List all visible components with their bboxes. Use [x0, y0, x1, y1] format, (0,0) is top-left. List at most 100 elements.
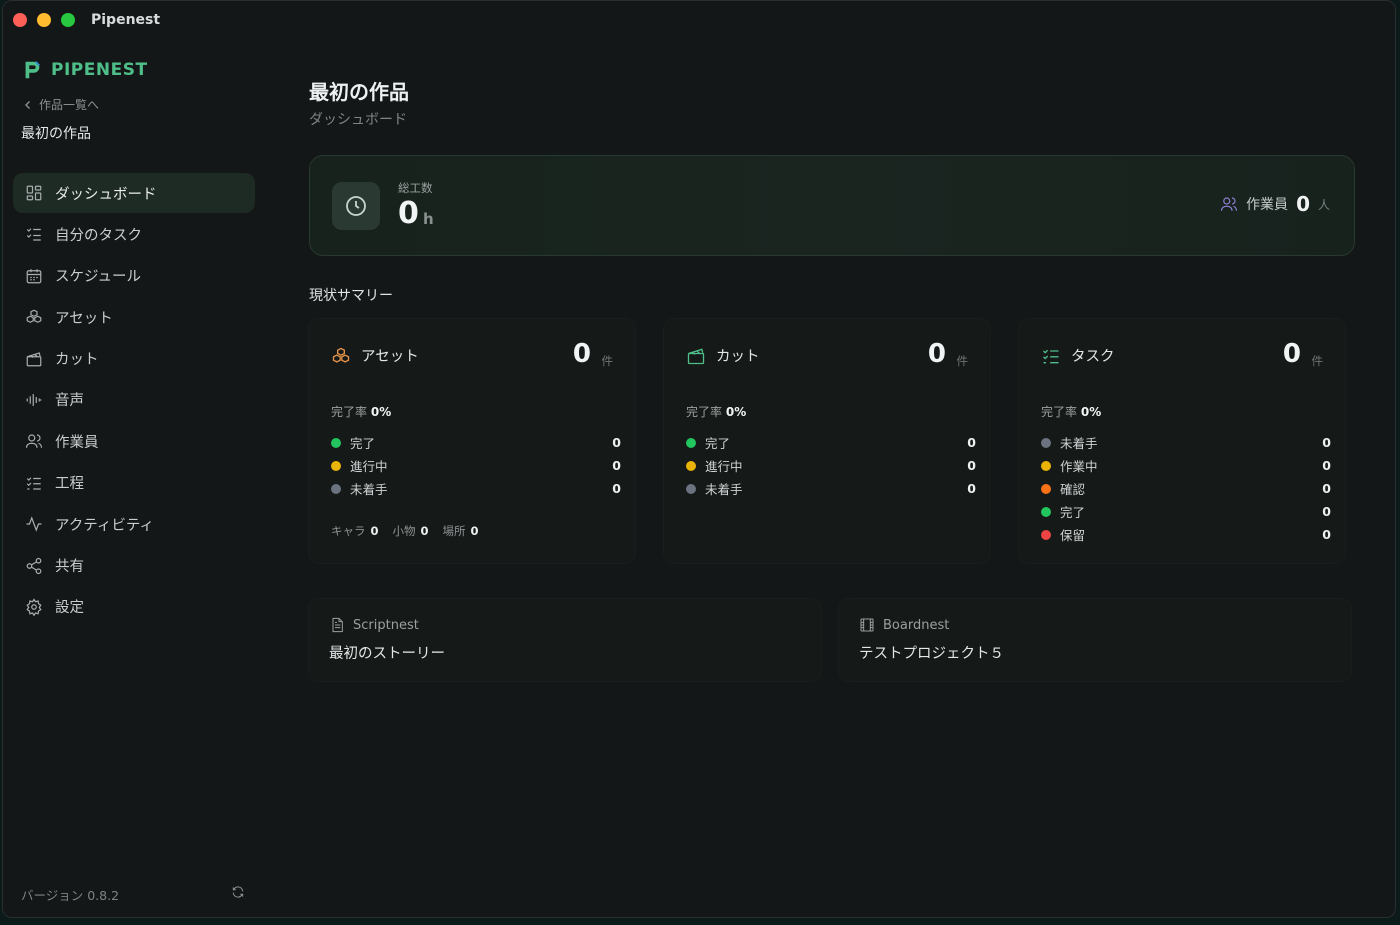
status-label: 進行中 — [350, 459, 388, 474]
page-title: 最初の作品 — [309, 80, 409, 104]
refresh-icon[interactable] — [231, 885, 245, 899]
asset-type-item: キャラ 0 — [331, 523, 379, 539]
completion-rate-label: 完了率 — [1041, 405, 1078, 419]
sidebar-item-label: 作業員 — [55, 434, 99, 451]
sidebar-item-schedule[interactable]: スケジュール — [13, 256, 255, 296]
checklist-icon — [26, 228, 41, 241]
status-dot — [331, 437, 341, 448]
sidebar-item-label: アクティビティ — [55, 517, 155, 534]
asset-type-value: 0 — [420, 524, 429, 538]
maximize-window-button[interactable] — [61, 13, 75, 27]
sidebar-item-audio[interactable]: 音声 — [13, 380, 255, 420]
completion-rate-value: 0% — [725, 405, 747, 419]
sidebar-item-share[interactable]: 共有 — [13, 546, 255, 586]
clock-icon-box — [332, 182, 380, 230]
sidebar-item-settings[interactable]: 設定 — [13, 587, 255, 627]
asset-type-item: 場所 0 — [443, 523, 479, 539]
worker-count-unit: 人 — [1317, 197, 1330, 212]
card-header: アセット — [331, 345, 419, 366]
completion-rate: 完了率 0% — [686, 403, 746, 420]
cut-summary-card[interactable]: カット 0 件 完了率 0% 完了 0 進行中 0 未着手 0 — [664, 319, 990, 563]
sidebar-item-label: カット — [55, 352, 99, 369]
clock-icon — [346, 196, 366, 216]
status-label: 進行中 — [705, 459, 743, 474]
main-content: 最初の作品 ダッシュボード 総工数 0 h 作業員 0 人 現状サマリー アセッ… — [265, 39, 1395, 917]
link-project-title: テストプロジェクト５ — [859, 646, 1004, 662]
activity-icon — [26, 516, 42, 532]
card-count-unit: 件 — [1311, 354, 1324, 368]
brand[interactable]: PIPENEST — [21, 59, 148, 81]
asset-type-label: 場所 — [442, 524, 466, 538]
completion-rate-label: 完了率 — [331, 405, 368, 419]
link-card-header: Scriptnest — [329, 617, 419, 633]
link-card-header: Boardnest — [859, 617, 949, 633]
completion-rate: 完了率 0% — [331, 403, 391, 420]
close-window-button[interactable] — [13, 13, 27, 27]
document-icon — [332, 617, 343, 633]
sidebar-item-label: アセット — [55, 310, 113, 327]
version-label: バージョン 0.8.2 — [21, 888, 120, 903]
window-title: Pipenest — [91, 12, 161, 28]
status-label: 保留 — [1060, 528, 1086, 543]
sidebar-item-label: スケジュール — [55, 269, 141, 286]
boxes-icon — [26, 309, 42, 324]
status-dot — [1041, 437, 1051, 448]
status-label: 未着手 — [1060, 436, 1098, 451]
status-label: 未着手 — [350, 482, 388, 497]
status-list: 未着手 0 作業中 0 確認 0 完了 0 保留 0 — [1041, 431, 1331, 546]
card-count: 0 — [572, 339, 591, 369]
status-row: 未着手 0 — [686, 477, 976, 500]
worker-count: 作業員 0 人 — [1220, 192, 1330, 216]
asset-type-label: キャラ — [331, 524, 366, 538]
status-value: 0 — [1322, 527, 1331, 542]
users-icon — [1220, 197, 1238, 211]
sidebar-item-cuts[interactable]: カット — [13, 339, 255, 379]
summary-section-title: 現状サマリー — [309, 288, 393, 304]
sidebar-nav: ダッシュボード 自分のタスク スケジュール アセット カット 音声 作業員 工程… — [13, 173, 255, 628]
card-count-unit: 件 — [956, 354, 969, 368]
boardnest-link-card[interactable]: Boardnest テストプロジェクト５ — [839, 599, 1351, 681]
status-label: 完了 — [350, 436, 376, 451]
status-label: 完了 — [705, 436, 731, 451]
card-count: 0 — [927, 339, 946, 369]
status-label: 作業中 — [1060, 459, 1098, 474]
sidebar-item-activity[interactable]: アクティビティ — [13, 504, 255, 544]
users-icon — [25, 434, 43, 449]
sidebar-item-my-tasks[interactable]: 自分のタスク — [13, 214, 255, 254]
sidebar-item-assets[interactable]: アセット — [13, 297, 255, 337]
card-count-unit: 件 — [601, 354, 614, 368]
status-value: 0 — [612, 481, 621, 496]
sidebar-item-label: 共有 — [55, 559, 84, 576]
status-value: 0 — [612, 458, 621, 473]
sidebar: PIPENEST 作品一覧へ 最初の作品 ダッシュボード 自分のタスク スケジュ… — [3, 39, 265, 917]
status-list: 完了 0 進行中 0 未着手 0 — [686, 431, 976, 500]
back-to-works-link[interactable]: 作品一覧へ — [23, 96, 99, 113]
card-header: カット — [686, 345, 760, 366]
link-app-name: Boardnest — [883, 617, 950, 633]
asset-type-breakdown: キャラ 0 小物 0 場所 0 — [331, 523, 479, 539]
asset-type-value: 0 — [370, 524, 379, 538]
sidebar-item-dashboard[interactable]: ダッシュボード — [13, 173, 255, 213]
status-dot — [331, 460, 341, 471]
sidebar-item-label: ダッシュボード — [55, 186, 157, 203]
worker-count-value: 0 — [1296, 192, 1310, 216]
asset-type-label: 小物 — [392, 524, 416, 538]
asset-summary-card[interactable]: アセット 0 件 完了率 0% 完了 0 進行中 0 未着手 0 キャラ 0 小物 0 場… — [309, 319, 635, 563]
share-icon — [26, 557, 42, 574]
completion-rate: 完了率 0% — [1041, 403, 1101, 420]
minimize-window-button[interactable] — [37, 13, 51, 27]
completion-rate-value: 0% — [1080, 405, 1102, 419]
task-summary-card[interactable]: タスク 0 件 完了率 0% 未着手 0 作業中 0 確認 0 完了 0 保留 0 — [1019, 319, 1345, 563]
sidebar-item-processes[interactable]: 工程 — [13, 463, 255, 503]
status-row: 確認 0 — [1041, 477, 1331, 500]
status-value: 0 — [1322, 504, 1331, 519]
status-row: 完了 0 — [1041, 500, 1331, 523]
status-value: 0 — [1322, 435, 1331, 450]
scriptnest-link-card[interactable]: Scriptnest 最初のストーリー — [309, 599, 821, 681]
status-label: 未着手 — [705, 482, 743, 497]
sidebar-item-workers[interactable]: 作業員 — [13, 421, 255, 461]
card-header: タスク — [1041, 345, 1115, 366]
audio-wave-icon — [26, 393, 42, 406]
card-count: 0 — [1282, 339, 1301, 369]
status-value: 0 — [1322, 458, 1331, 473]
